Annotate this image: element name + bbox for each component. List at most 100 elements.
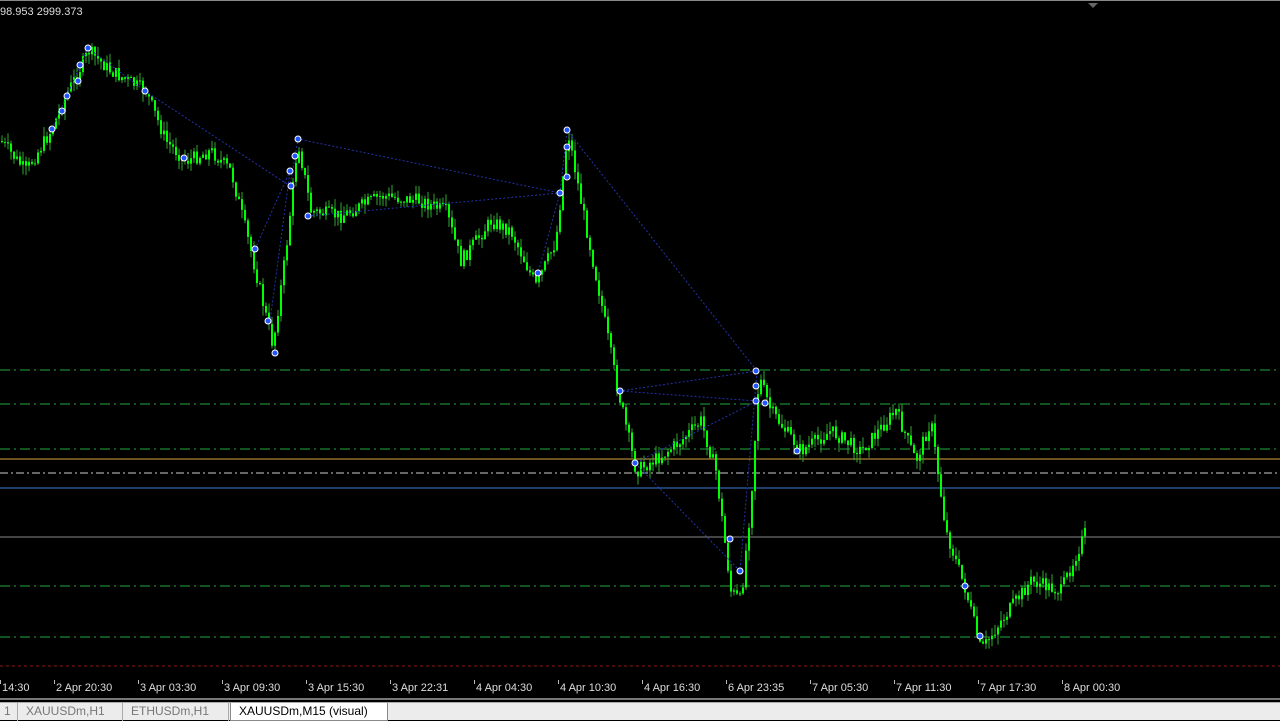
candle-body — [961, 564, 963, 579]
time-tick — [0, 680, 1, 684]
candle-body — [631, 432, 633, 451]
candle-body — [298, 151, 300, 163]
candle-body — [259, 283, 261, 285]
candle-body — [124, 77, 126, 79]
candle-body — [1066, 572, 1068, 578]
candle-body — [178, 155, 180, 161]
candle-body — [667, 451, 669, 457]
candle-body — [769, 397, 771, 409]
candle-body — [514, 236, 516, 243]
candle-body — [520, 247, 522, 257]
candle-body — [454, 227, 456, 240]
candle-body — [526, 262, 528, 271]
signal-marker-icon — [58, 107, 66, 115]
time-tick — [810, 680, 811, 684]
candle-body — [484, 231, 486, 240]
candle-body — [280, 285, 282, 316]
candle-body — [943, 496, 945, 521]
candle-body — [883, 424, 885, 431]
signal-marker-icon — [251, 245, 259, 253]
time-label: 3 Apr 09:30 — [224, 682, 281, 694]
candle-body — [235, 182, 237, 197]
candle-body — [628, 424, 630, 433]
candle-body — [271, 323, 273, 346]
candle-body — [28, 161, 30, 166]
signal-marker-icon — [736, 567, 744, 575]
candle-body — [703, 416, 705, 431]
price-chart[interactable]: 98.953 2999.373 — [0, 0, 1280, 680]
candle-body — [199, 157, 201, 164]
candle-body — [814, 434, 816, 439]
candle-body — [916, 453, 918, 461]
candle-body — [928, 431, 930, 442]
candle-body — [511, 227, 513, 237]
candle-body — [310, 192, 312, 213]
tab-chart-1[interactable]: 1 — [0, 703, 18, 721]
candle-body — [985, 639, 987, 644]
candle-body — [898, 409, 900, 412]
candle-body — [637, 471, 639, 477]
zigzag-line — [51, 47, 759, 573]
candle-body — [22, 161, 24, 165]
signal-marker-icon — [616, 387, 624, 395]
tab-xauusdm-m15-visual[interactable]: XAUUSDm,M15 (visual) — [230, 703, 388, 721]
candle-body — [937, 447, 939, 475]
candle-body — [988, 639, 990, 641]
candle-body — [886, 424, 888, 431]
candle-body — [607, 316, 609, 334]
time-label: 4 Apr 10:30 — [560, 682, 617, 694]
candle-body — [397, 197, 399, 203]
candle-body — [295, 162, 297, 182]
candle-body — [1036, 581, 1038, 587]
candle-body — [559, 210, 561, 232]
candle-body — [334, 208, 336, 218]
candle-body — [196, 151, 198, 164]
candle-body — [793, 434, 795, 445]
candle-body — [49, 134, 51, 143]
candle-body — [1039, 583, 1041, 587]
tab-xauusdm-h1[interactable]: XAUUSDm,H1 — [18, 703, 123, 721]
tab-label: XAUUSDm,H1 — [26, 704, 105, 718]
candle-body — [229, 163, 231, 168]
candle-body — [1081, 536, 1083, 554]
candle-body — [322, 213, 324, 216]
candle-body — [808, 444, 810, 448]
candle-body — [406, 196, 408, 203]
candle-body — [1030, 576, 1032, 585]
candle-body — [1063, 577, 1065, 585]
candle-body — [301, 151, 303, 168]
candle-body — [907, 433, 909, 436]
signal-marker-icon — [84, 44, 92, 52]
signal-marker-icon — [556, 189, 564, 197]
candle-body — [400, 201, 402, 203]
candle-body — [13, 151, 15, 159]
candle-body — [688, 430, 690, 437]
candle-body — [592, 250, 594, 267]
candle-body — [790, 427, 792, 435]
candle-body — [889, 412, 891, 425]
candle-body — [766, 385, 768, 398]
candle-body — [373, 194, 375, 197]
candle-body — [772, 406, 774, 409]
candle-body — [274, 332, 276, 346]
candle-body — [718, 470, 720, 499]
signal-marker-icon — [180, 154, 188, 162]
candle-body — [715, 454, 717, 471]
candle-body — [478, 235, 480, 238]
candle-body — [1054, 591, 1056, 594]
candle-body — [658, 453, 660, 464]
candle-body — [376, 194, 378, 197]
candle-body — [1051, 583, 1053, 592]
candle-body — [604, 305, 606, 317]
candle-body — [904, 431, 906, 434]
candle-body — [754, 440, 756, 492]
time-label: 4 Apr 16:30 — [644, 682, 701, 694]
candle-body — [847, 440, 849, 446]
candle-body — [31, 161, 33, 164]
candle-body — [724, 516, 726, 543]
candle-body — [829, 431, 831, 434]
candle-body — [523, 256, 525, 263]
tab-ethusdm-h1[interactable]: ETHUSDm,H1 — [123, 703, 229, 721]
candle-body — [673, 441, 675, 450]
candle-body — [34, 163, 36, 165]
